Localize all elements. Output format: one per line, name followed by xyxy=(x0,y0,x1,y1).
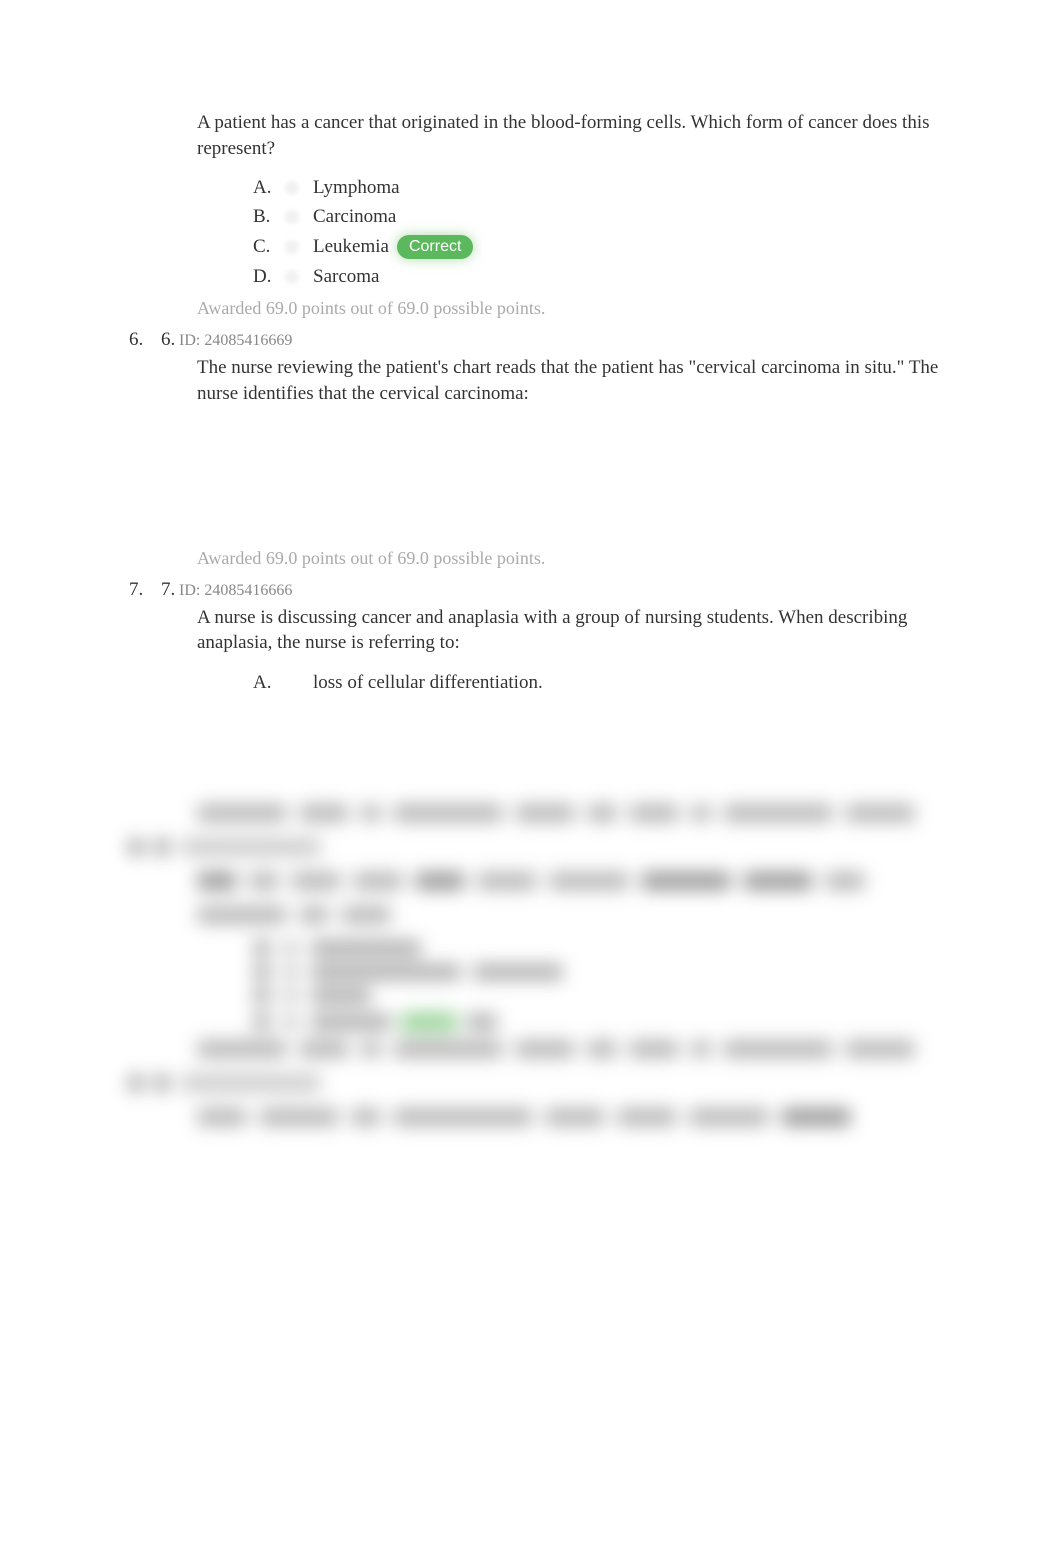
question-text: The nurse reviewing the patient's chart … xyxy=(197,355,982,406)
question-text: A patient has a cancer that originated i… xyxy=(197,110,982,161)
question-header: 7. 7. ID: 24085416666 xyxy=(129,579,982,601)
question-number-inner: 6. xyxy=(161,329,179,351)
question-number-outer: 6. xyxy=(129,329,161,351)
points-awarded: Awarded 69.0 points out of 69.0 possible… xyxy=(197,298,982,319)
choice-letter: A. xyxy=(253,177,277,199)
choice-text: Leukemia xyxy=(313,236,389,258)
radio-icon xyxy=(281,177,303,199)
question-6-block: 6. 6. ID: 24085416669 The nurse reviewin… xyxy=(197,329,982,568)
choice-b[interactable]: B. Carcinoma xyxy=(253,206,982,228)
radio-icon xyxy=(281,236,303,258)
points-awarded: Awarded 69.0 points out of 69.0 possible… xyxy=(197,548,982,569)
choices-list: A. Lymphoma B. Carcinoma C. Leukemia Cor… xyxy=(197,177,982,288)
question-id: ID: 24085416669 xyxy=(179,332,292,350)
radio-icon xyxy=(281,266,303,288)
choice-letter: C. xyxy=(253,236,277,258)
question-header: 6. 6. ID: 24085416669 xyxy=(129,329,982,351)
question-number-outer: 7. xyxy=(129,579,161,601)
choice-text: Lymphoma xyxy=(313,177,400,199)
question-id: ID: 24085416666 xyxy=(179,582,292,600)
question-5-block: A patient has a cancer that originated i… xyxy=(197,110,982,319)
choice-letter: D. xyxy=(253,266,277,288)
choice-a[interactable]: A. Lymphoma xyxy=(253,177,982,199)
correct-badge: Correct xyxy=(397,235,473,259)
question-text: A nurse is discussing cancer and anaplas… xyxy=(197,605,982,656)
choice-c[interactable]: C. Leukemia Correct xyxy=(253,235,982,259)
choice-a[interactable]: A. loss of cellular differentiation. xyxy=(253,672,982,694)
choice-text: loss of cellular differentiation. xyxy=(313,672,543,694)
radio-icon xyxy=(281,206,303,228)
choice-text: Carcinoma xyxy=(313,206,396,228)
question-7-block: 7. 7. ID: 24085416666 A nurse is discuss… xyxy=(197,579,982,804)
choice-text: Sarcoma xyxy=(313,266,379,288)
question-number-inner: 7. xyxy=(161,579,179,601)
choice-letter: A. xyxy=(253,672,277,694)
radio-icon xyxy=(281,672,303,694)
choice-letter: B. xyxy=(253,206,277,228)
blurred-content xyxy=(197,804,982,1130)
choices-list: A. loss of cellular differentiation. xyxy=(197,672,982,694)
choice-d[interactable]: D. Sarcoma xyxy=(253,266,982,288)
